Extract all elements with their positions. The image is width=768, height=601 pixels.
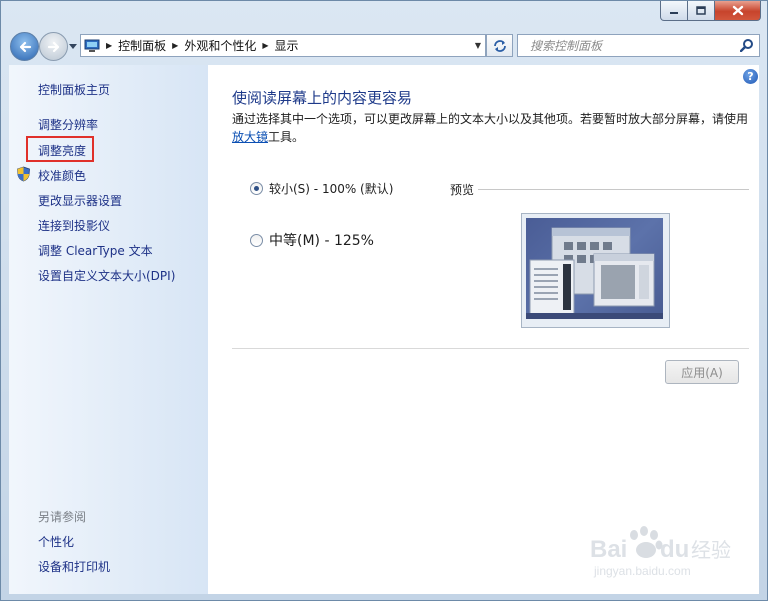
minimize-icon [670,11,678,14]
refresh-button[interactable] [486,34,513,57]
control-panel-icon [84,39,100,52]
sidebar-item-personalization[interactable]: 个性化 [38,533,74,550]
back-button[interactable] [10,32,39,61]
title-bar [1,1,767,29]
main-content: ? 使阅读屏幕上的内容更容易 通过选择其中一个选项，可以更改屏幕上的文本大小以及… [208,65,759,594]
search-input[interactable] [528,35,737,56]
sidebar-item-custom-dpi[interactable]: 设置自定义文本大小(DPI) [38,267,175,284]
sidebar-item-devices-printers[interactable]: 设备和打印机 [38,558,110,575]
breadcrumb-control-panel[interactable]: 控制面板 [118,37,166,54]
address-bar[interactable]: ▶ 控制面板 ▶ 外观和个性化 ▶ 显示 ▼ [80,34,486,57]
preview-screen [526,218,663,319]
section-divider [232,348,749,349]
sidebar-item-home[interactable]: 控制面板主页 [38,81,110,98]
address-dropdown-icon[interactable]: ▼ [475,41,481,50]
search-icon[interactable] [740,38,754,52]
shield-icon [17,166,30,182]
chevron-down-icon [69,43,77,49]
paw-logo-icon: Bai du 经验 jingyan.baidu.com [590,526,731,578]
maximize-button[interactable] [688,1,715,21]
option-medium-label[interactable]: 中等(M) - 125% [269,230,374,250]
breadcrumb: ▶ 控制面板 ▶ 外观和个性化 ▶ 显示 [100,37,299,54]
forward-icon [47,41,59,52]
sidebar-item-projector[interactable]: 连接到投影仪 [38,217,110,234]
svg-text:du: du [660,536,689,563]
window-controls [660,1,761,21]
svg-text:Bai: Bai [590,536,627,563]
recent-pages-dropdown[interactable] [68,41,78,51]
sidebar: 控制面板主页 调整分辨率 调整亮度 校准颜色 更改显示器设置 连接到投影仪 调整… [9,65,208,594]
radio-smaller[interactable] [250,182,263,195]
breadcrumb-separator-icon[interactable]: ▶ [106,41,112,50]
radio-selected-dot [254,186,259,191]
svg-text:jingyan.baidu.com: jingyan.baidu.com [593,564,691,578]
close-icon [732,5,743,16]
sidebar-item-display-settings[interactable]: 更改显示器设置 [38,192,122,209]
see-also-heading: 另请参阅 [38,510,87,524]
apply-button[interactable]: 应用(A) [665,360,739,384]
navigation-bar: ▶ 控制面板 ▶ 外观和个性化 ▶ 显示 ▼ [1,29,767,63]
svg-text:经验: 经验 [691,538,731,562]
magnifier-link[interactable]: 放大镜 [232,130,268,144]
breadcrumb-separator-icon[interactable]: ▶ [262,41,268,50]
breadcrumb-separator-icon[interactable]: ▶ [172,41,178,50]
description-text: 通过选择其中一个选项，可以更改屏幕上的文本大小以及其他项。若要暂时放大部分屏幕，… [232,112,749,126]
help-icon[interactable]: ? [743,69,758,84]
control-panel-window: ▶ 控制面板 ▶ 外观和个性化 ▶ 显示 ▼ 控制面板主页 调整分辨率 调整亮度 [0,0,768,601]
sidebar-item-adjust-resolution[interactable]: 调整分辨率 [38,116,98,133]
breadcrumb-display[interactable]: 显示 [275,37,299,54]
preview-image [521,213,670,328]
radio-medium[interactable] [250,233,263,247]
minimize-button[interactable] [660,1,688,21]
watermark-logo: Bai du 经验 jingyan.baidu.com [588,521,738,581]
option-smaller[interactable]: 较小(S) - 100% (默认) [250,180,393,197]
sidebar-item-calibrate-color[interactable]: 校准颜色 [38,167,86,184]
close-button[interactable] [715,1,761,21]
description-tail: 工具。 [268,130,305,144]
search-box[interactable] [517,34,760,57]
page-title: 使阅读屏幕上的内容更容易 [232,89,413,107]
annotation-highlight-box [26,136,94,162]
breadcrumb-appearance[interactable]: 外观和个性化 [184,37,256,54]
preview-windows-illustration [526,227,663,319]
preview-divider [478,189,749,190]
sidebar-item-cleartype[interactable]: 调整 ClearType 文本 [38,242,153,259]
forward-button[interactable] [39,32,68,61]
option-medium[interactable]: 中等(M) - 125% [250,230,374,250]
option-smaller-label[interactable]: 较小(S) - 100% (默认) [269,180,393,197]
preview-label: 预览 [450,183,475,197]
refresh-icon [493,39,506,52]
page-description: 通过选择其中一个选项，可以更改屏幕上的文本大小以及其他项。若要暂时放大部分屏幕，… [232,110,752,146]
back-icon [19,41,31,52]
maximize-icon [696,6,706,15]
